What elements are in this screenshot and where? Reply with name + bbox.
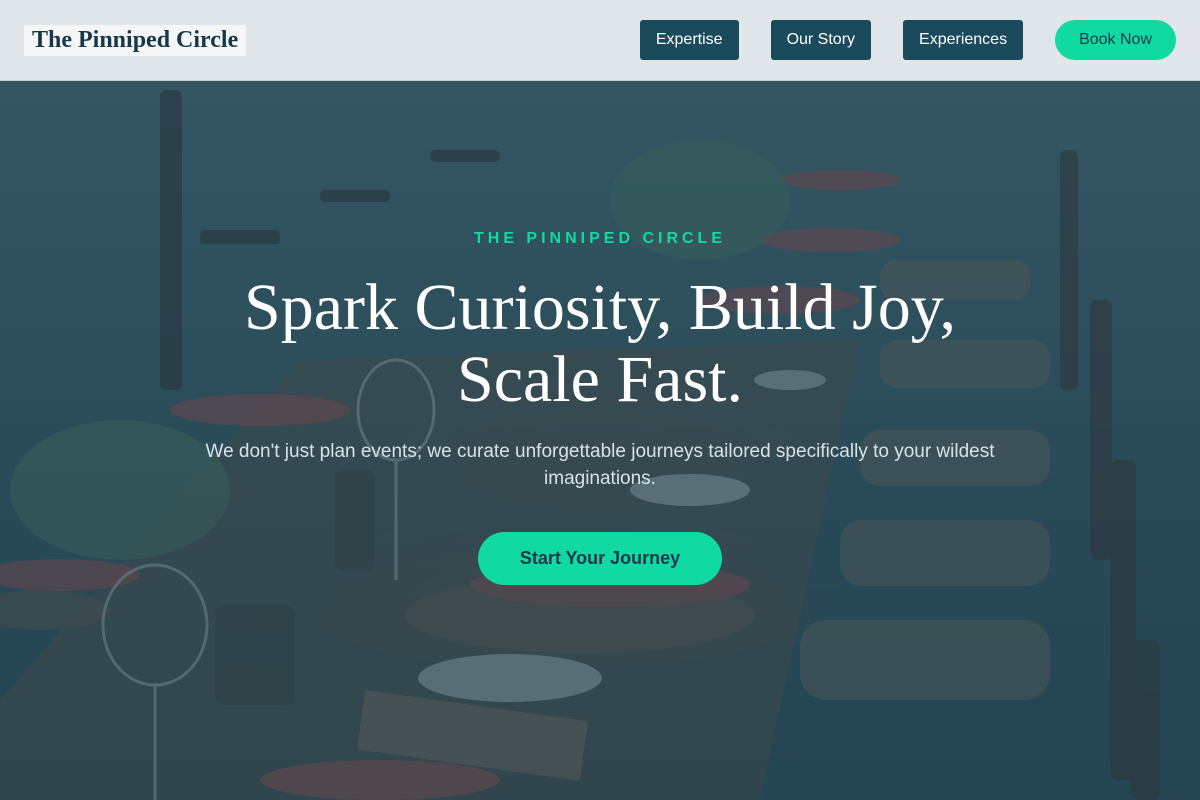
hero-headline: Spark Curiosity, Build Joy, Scale Fast. — [244, 271, 956, 416]
brand-logo[interactable]: The Pinniped Circle — [24, 24, 247, 56]
hero-section: THE PINNIPED CIRCLE Spark Curiosity, Bui… — [0, 230, 1200, 585]
hero-eyebrow: THE PINNIPED CIRCLE — [473, 230, 726, 247]
start-journey-button[interactable]: Start Your Journey — [478, 532, 722, 585]
nav-our-story-button[interactable]: Our Story — [770, 20, 872, 60]
hero-subtext: We don't just plan events; we curate unf… — [205, 441, 995, 489]
nav-experiences-button[interactable]: Experiences — [903, 20, 1024, 60]
site-header: The Pinniped Circle Expertise Our Story … — [0, 0, 1200, 81]
main-nav: Expertise Our Story Experiences Book Now — [639, 20, 1176, 60]
book-now-button[interactable]: Book Now — [1055, 20, 1176, 60]
nav-expertise-button[interactable]: Expertise — [639, 20, 739, 60]
